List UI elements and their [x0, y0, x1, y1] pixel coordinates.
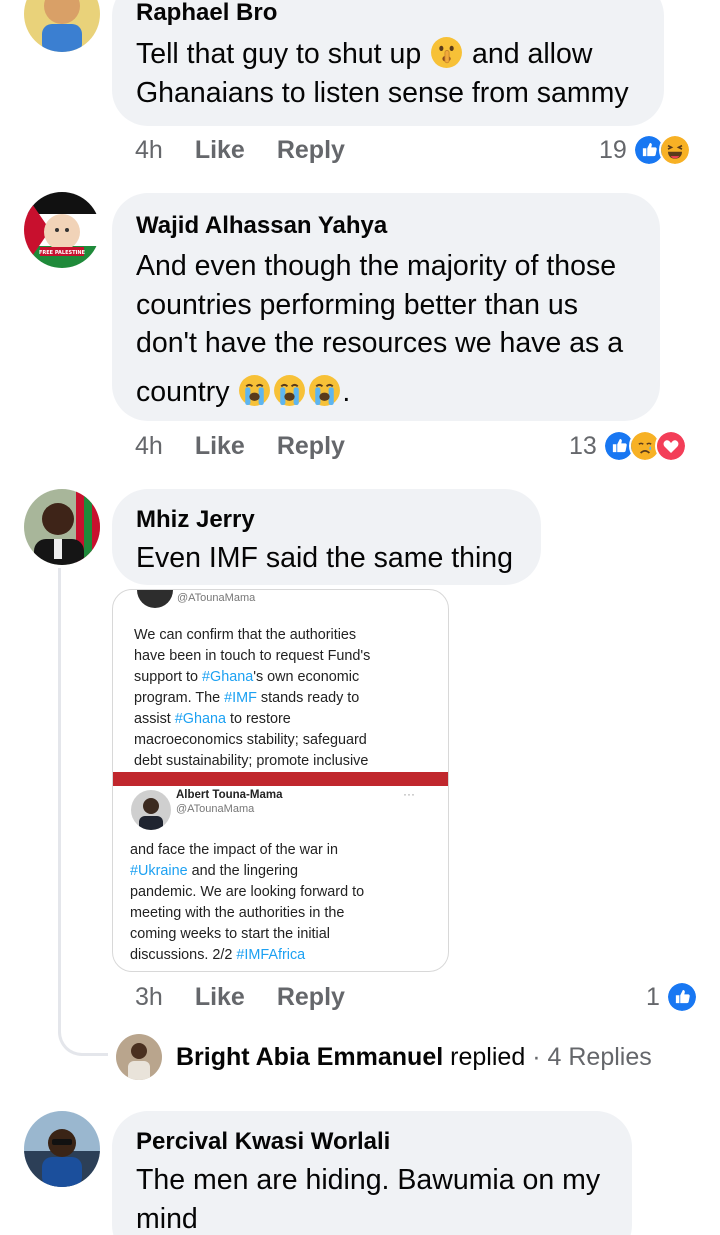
tweet-text-line: and face the impact of the war in: [130, 842, 338, 858]
reply-button[interactable]: Reply: [277, 983, 345, 1012]
comment-text: Tell that guy to shut up and allow: [136, 36, 593, 70]
haha-reaction-icon: [658, 134, 691, 166]
tweet-handle: @ATounaMama: [177, 592, 256, 604]
comment-text-line: country .: [136, 374, 351, 408]
tweet-author-name: Albert Touna-Mama: [176, 789, 283, 801]
loudly-crying-face-emoji-icon: [273, 374, 306, 407]
comment-author[interactable]: Percival Kwasi Worlali: [136, 1127, 608, 1157]
avatar-badge-text: FREE PALESTINE: [39, 250, 86, 256]
comment-actions: 4h Like Reply: [135, 134, 345, 166]
tweet-top: @ATounaMama We can confirm that the auth…: [113, 590, 448, 772]
shushing-face-emoji-icon: [430, 36, 463, 69]
tweet-text-line: program. The #IMF stands ready to: [134, 690, 360, 706]
reaction-count: 13: [569, 431, 597, 460]
comment-bubble: Wajid Alhassan Yahya And even though the…: [112, 193, 660, 421]
tweet-text-line: support to #Ghana's own economic: [134, 669, 360, 685]
hashtag-link[interactable]: #Ghana: [202, 669, 253, 685]
tweet-text-line: coming weeks to start the initial: [130, 926, 330, 942]
tweet-text-line: #Ukraine and the lingering: [130, 863, 299, 879]
reaction-count: 19: [599, 135, 627, 164]
tweet-bottom: Albert Touna-Mama @ATounaMama ··· and fa…: [113, 786, 448, 971]
tweet-text-line: assist #Ghana to restore: [134, 711, 291, 727]
reply-thread-line: [58, 568, 108, 1056]
avatar-bright-abia-emmanuel: [116, 1034, 162, 1080]
comment-text-line: countries performing better than us: [136, 288, 578, 321]
comment-author[interactable]: Wajid Alhassan Yahya: [136, 211, 636, 241]
comment-author[interactable]: Mhiz Jerry: [136, 505, 517, 535]
loudly-crying-face-emoji-icon: [238, 374, 271, 407]
comment-time[interactable]: 4h: [135, 432, 163, 461]
comment-actions: 4h Like Reply: [135, 430, 345, 462]
comment-author[interactable]: Raphael Bro: [136, 0, 640, 28]
reply-button[interactable]: Reply: [277, 136, 345, 165]
replier-name[interactable]: Bright Abia Emmanuel: [176, 1043, 443, 1072]
like-reaction-icon: [665, 981, 698, 1013]
comment-actions: 3h Like Reply: [135, 981, 345, 1013]
view-replies-link[interactable]: Bright Abia Emmanuel replied · 4 Replies: [116, 1034, 652, 1080]
hashtag-link[interactable]: #IMF: [224, 690, 257, 706]
comment-bubble: Percival Kwasi Worlali The men are hidin…: [112, 1111, 632, 1235]
tweet-text-line: debt sustainability; promote inclusive: [134, 753, 369, 769]
like-button[interactable]: Like: [195, 983, 245, 1012]
avatar-percival-kwasi-worlali[interactable]: [24, 1111, 100, 1187]
comment-text-line: don't have the resources we have as a: [136, 327, 624, 359]
avatar-mhiz-jerry[interactable]: [24, 489, 100, 565]
tweet-divider: [113, 772, 448, 786]
loudly-crying-face-emoji-icon: [308, 374, 341, 407]
love-reaction-icon: [654, 430, 687, 462]
comment-text: Even IMF said the same thing: [136, 542, 514, 574]
reaction-count: 1: [646, 982, 660, 1011]
tweet-text-line: meeting with the authorities in the: [130, 905, 345, 921]
tweet-top-text: We can confirm that the authorities have …: [134, 625, 370, 772]
comment-text-line2: Ghanaians to listen sense from sammy: [136, 76, 629, 109]
tweet-text-line: We can confirm that the authorities: [134, 627, 357, 643]
hashtag-link[interactable]: #IMFAfrica: [236, 947, 305, 963]
tweet-text-line: have been in touch to request Fund's: [134, 648, 371, 664]
tweet-handle: @ATounaMama: [176, 803, 255, 815]
like-button[interactable]: Like: [195, 136, 245, 165]
comment-attachment-image[interactable]: @ATounaMama We can confirm that the auth…: [112, 589, 449, 972]
like-button[interactable]: Like: [195, 432, 245, 461]
reply-button[interactable]: Reply: [277, 432, 345, 461]
reaction-summary[interactable]: 13: [569, 430, 687, 462]
comment-text-line: And even though the majority of those: [136, 250, 617, 282]
replied-label: replied: [450, 1042, 526, 1071]
comment-time[interactable]: 3h: [135, 983, 163, 1012]
tweet-avatar: [131, 790, 171, 830]
tweet-text-line: macroeconomics stability; safeguard: [134, 732, 367, 748]
comment-text-line: The men are hiding. Bawumia on my: [136, 1164, 601, 1196]
reply-count[interactable]: · 4 Replies: [532, 1043, 652, 1072]
hashtag-link[interactable]: #Ukraine: [130, 863, 188, 879]
avatar-raphael-bro[interactable]: [24, 0, 100, 52]
comment-bubble: Raphael Bro Tell that guy to shut up and…: [112, 0, 664, 126]
comment-time[interactable]: 4h: [135, 136, 163, 165]
comment-text-line: mind: [136, 1202, 198, 1235]
avatar-wajid-alhassan-yahya[interactable]: FREE PALESTINE: [24, 192, 100, 268]
tweet-text-line: discussions. 2/2 #IMFAfrica: [130, 947, 306, 963]
tweet-avatar: [137, 590, 173, 608]
comment-bubble: Mhiz Jerry Even IMF said the same thing: [112, 489, 541, 585]
tweet-more-icon: ···: [403, 787, 415, 801]
reaction-summary[interactable]: 1: [646, 981, 698, 1013]
tweet-text-line: pandemic. We are looking forward to: [130, 884, 365, 900]
hashtag-link[interactable]: #Ghana: [175, 711, 226, 727]
tweet-bottom-text: and face the impact of the war in #Ukrain…: [130, 840, 364, 966]
reaction-summary[interactable]: 19: [599, 134, 691, 166]
